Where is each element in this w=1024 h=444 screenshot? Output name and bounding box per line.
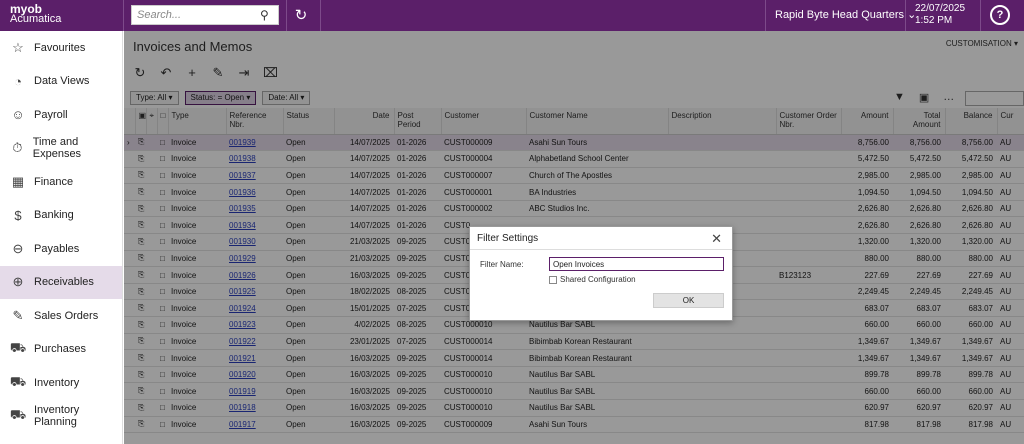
time-text: 1:52 PM (915, 15, 953, 26)
truck-icon: ⛟ (9, 373, 27, 389)
divider (286, 0, 287, 31)
pie-chart-icon: ◔ (14, 73, 22, 89)
forklift-icon: ⛟ (9, 407, 27, 423)
sidebar-item-label: Purchases (34, 343, 86, 356)
sidebar-item-label: Payroll (34, 108, 68, 121)
business-date[interactable]: 22/07/2025 1:52 PM (915, 3, 965, 27)
filter-settings-dialog: Filter Settings ✕ Filter Name: Open Invo… (469, 226, 733, 321)
sidebar-item-payables[interactable]: ⊖ Payables (0, 232, 122, 266)
sidebar-item-label: Time and Expenses (32, 136, 82, 161)
filter-name-input[interactable]: Open Invoices (549, 257, 724, 271)
branch-label: Rapid Byte Head Quarters (775, 9, 905, 21)
sidebar-item-sales-orders[interactable]: ✎ Sales Orders (0, 299, 122, 333)
checkbox-icon[interactable] (549, 275, 557, 284)
cart-icon: ⛟ (9, 340, 27, 356)
stopwatch-icon: ⏱ (12, 140, 23, 156)
sidebar-item-label: Sales Orders (34, 309, 99, 322)
sidebar-item-label: Data Views (34, 75, 90, 88)
sidebar-item-label: Banking (34, 209, 74, 222)
sidebar: ☆ Favourites ◔ Data Views ☺ Payroll ⏱ Time a… (0, 31, 123, 444)
sidebar-item-inventory-planning[interactable]: ⛟ Inventory Planning (0, 400, 122, 434)
sidebar-item-purchases[interactable]: ⛟ Purchases (0, 333, 122, 367)
ok-button[interactable]: OK (653, 293, 724, 308)
sidebar-item-data-views[interactable]: ◔ Data Views (0, 65, 122, 99)
sidebar-item-time-and-expenses[interactable]: ⏱ Time and Expenses (0, 132, 122, 166)
search-input[interactable]: Search... ⚲ (131, 5, 279, 25)
app-logo[interactable]: myob Acumatica (0, 0, 123, 31)
sidebar-item-payroll[interactable]: ☺ Payroll (0, 98, 122, 132)
top-bar: myob Acumatica Search... ⚲ ↻ Rapid Byte … (0, 0, 1024, 31)
minus-circle-icon: ⊖ (12, 240, 24, 256)
history-icon[interactable]: ↻ (290, 5, 312, 27)
person-icon: ☺ (11, 107, 25, 123)
sidebar-item-finance[interactable]: ▦ Finance (0, 165, 122, 199)
sidebar-item-favourites[interactable]: ☆ Favourites (0, 31, 122, 65)
dollar-icon: $ (14, 207, 22, 223)
close-icon[interactable]: ✕ (711, 231, 722, 247)
branch-selector[interactable]: Rapid Byte Head Quarters ⌄ (775, 0, 916, 31)
divider (765, 0, 766, 31)
dialog-title: Filter Settings (477, 233, 539, 244)
sidebar-item-label: Inventory (34, 376, 80, 389)
divider (905, 0, 906, 31)
sidebar-item-receivables[interactable]: ⊕ Receivables (0, 265, 122, 299)
sidebar-item-label: Receivables (34, 276, 94, 289)
help-icon[interactable]: ? (990, 5, 1010, 25)
divider (123, 0, 124, 31)
plus-circle-icon: ⊕ (12, 274, 24, 290)
sidebar-item-label: Inventory Planning (34, 404, 80, 429)
sidebar-item-inventory[interactable]: ⛟ Inventory (0, 366, 122, 400)
calculator-icon: ▦ (11, 173, 25, 189)
sidebar-item-banking[interactable]: $ Banking (0, 199, 122, 233)
logo-bottom: Acumatica (10, 13, 62, 25)
filter-name-label: Filter Name: (480, 260, 524, 269)
divider (980, 0, 981, 31)
divider (320, 0, 321, 31)
search-icon[interactable]: ⚲ (260, 8, 278, 22)
sidebar-item-label: Favourites (34, 41, 86, 54)
sidebar-item-label: Payables (34, 242, 80, 255)
shared-configuration-label: Shared Configuration (560, 275, 636, 284)
divider (470, 249, 732, 250)
star-icon: ☆ (12, 39, 24, 55)
date-text: 22/07/2025 (915, 3, 966, 14)
sidebar-item-label: Finance (34, 175, 74, 188)
edit-icon: ✎ (12, 307, 24, 323)
search-placeholder: Search... (137, 9, 182, 21)
shared-configuration-checkbox[interactable]: Shared Configuration (549, 275, 636, 284)
